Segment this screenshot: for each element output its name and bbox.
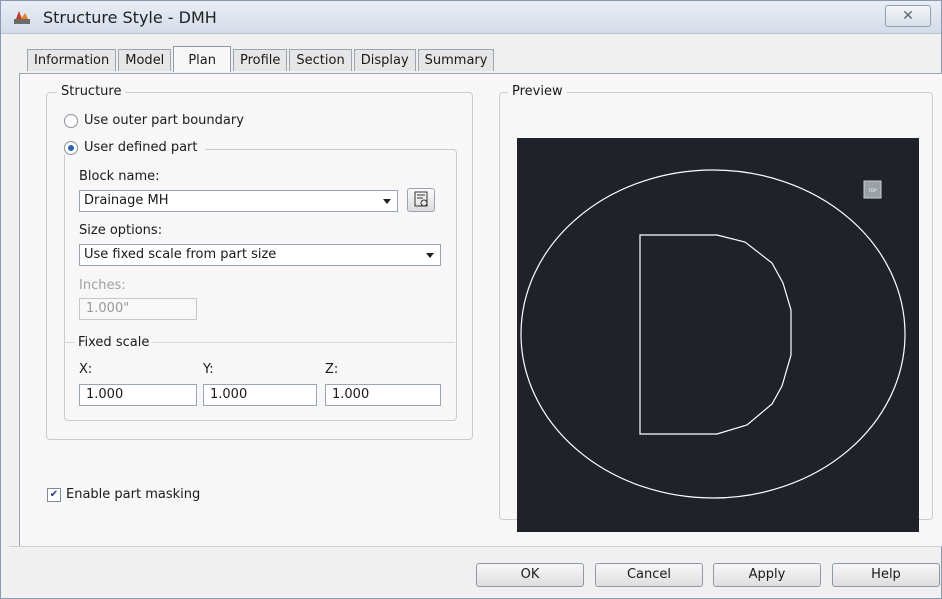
inches-field: 1.000" — [79, 298, 197, 320]
tab-information[interactable]: Information — [27, 49, 117, 71]
ok-button[interactable]: OK — [476, 563, 584, 587]
fixed-scale-label: Fixed scale — [75, 335, 153, 350]
x-label: X: — [79, 362, 93, 377]
block-name-label: Block name: — [79, 169, 160, 184]
size-options-label: Size options: — [79, 223, 163, 238]
size-options-value: Use fixed scale from part size — [84, 247, 277, 262]
plan-tab-panel: Structure Use outer part boundary User d… — [19, 73, 942, 547]
enable-part-masking-label: Enable part masking — [66, 487, 201, 502]
use-outer-part-boundary-label: Use outer part boundary — [84, 113, 244, 128]
browse-folder-icon — [414, 191, 428, 207]
civil3d-app-icon — [14, 11, 30, 24]
y-label: Y: — [203, 362, 214, 377]
browse-block-button[interactable] — [407, 188, 435, 212]
view-cube-label: TOP — [867, 188, 877, 193]
user-defined-part-radio[interactable]: User defined part — [64, 140, 206, 155]
cancel-button[interactable]: Cancel — [595, 563, 703, 587]
use-outer-part-boundary-radio[interactable]: Use outer part boundary — [64, 113, 244, 128]
block-name-value: Drainage MH — [84, 193, 169, 208]
checkmark-icon: ✔ — [47, 487, 61, 502]
tab-display[interactable]: Display — [353, 49, 416, 71]
enable-part-masking-checkbox[interactable]: ✔ Enable part masking — [47, 487, 200, 502]
window-title: Structure Style - DMH — [43, 8, 217, 27]
preview-viewport: TOP — [517, 138, 919, 532]
z-scale-field[interactable]: 1.000 — [325, 384, 441, 406]
tab-summary[interactable]: Summary — [417, 49, 495, 71]
footer-separator — [9, 546, 942, 547]
radio-outer-circle-icon — [64, 113, 78, 128]
tab-model[interactable]: Model — [118, 49, 172, 71]
tab-strip: Information Model Plan Profile Section D… — [27, 46, 496, 73]
size-options-dropdown[interactable]: Use fixed scale from part size — [79, 244, 441, 266]
x-scale-field[interactable]: 1.000 — [79, 384, 197, 406]
apply-button[interactable]: Apply — [713, 563, 821, 587]
tab-profile[interactable]: Profile — [232, 49, 288, 71]
preview-group-label: Preview — [508, 84, 567, 99]
block-name-dropdown[interactable]: Drainage MH — [79, 190, 398, 212]
title-bar: Structure Style - DMH ✕ — [1, 1, 941, 34]
tab-plan[interactable]: Plan — [173, 46, 231, 72]
structure-group-label: Structure — [57, 84, 126, 99]
y-scale-field[interactable]: 1.000 — [203, 384, 317, 406]
z-label: Z: — [325, 362, 339, 377]
preview-drawing: TOP — [520, 169, 906, 499]
inches-label: Inches: — [79, 278, 126, 293]
tab-section[interactable]: Section — [289, 49, 352, 71]
user-defined-part-label: User defined part — [84, 140, 198, 155]
structure-style-dialog: Structure Style - DMH ✕ Information Mode… — [0, 0, 942, 599]
help-button[interactable]: Help — [832, 563, 940, 587]
structure-outline-circle — [520, 169, 906, 499]
dialog-client: Information Model Plan Profile Section D… — [9, 43, 942, 594]
close-button[interactable]: ✕ — [885, 5, 931, 27]
chevron-down-icon — [426, 253, 434, 258]
close-icon: ✕ — [902, 8, 914, 24]
structure-d-shape — [639, 234, 792, 435]
radio-selected-icon — [64, 140, 78, 155]
chevron-down-icon — [383, 199, 391, 204]
